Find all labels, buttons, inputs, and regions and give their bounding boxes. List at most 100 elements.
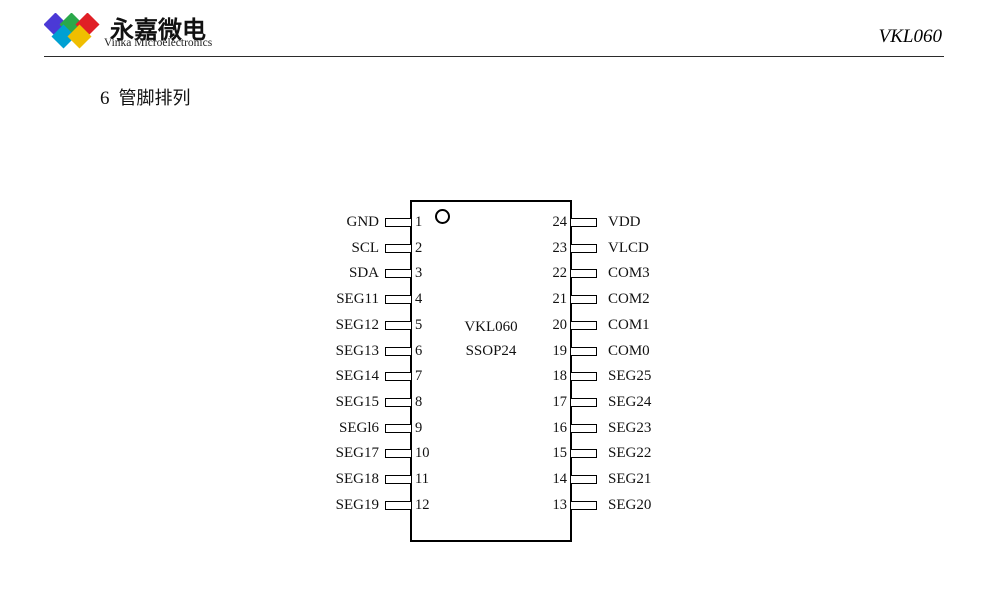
chip-package: SSOP24: [465, 343, 517, 359]
pin-lead: [570, 475, 597, 484]
pin-label: SEG11: [336, 291, 379, 308]
pin-number: 17: [552, 393, 568, 410]
pin-row: SEG24 17: [553, 393, 700, 411]
pin-row: SEG13 6: [300, 342, 423, 360]
pin-lead: [385, 218, 412, 227]
pin-row: SEG18 11: [300, 470, 429, 488]
pin-lead: [570, 320, 597, 330]
section-number: 6: [100, 88, 110, 109]
pin-row: SDA 3: [300, 264, 422, 282]
section-title: 管脚排列: [118, 88, 191, 109]
pin-number: 9: [415, 419, 423, 436]
pin-row: SEG11 4: [300, 290, 422, 308]
pin-row: SEG23 16: [553, 419, 700, 437]
pin-label: SEG17: [335, 445, 379, 462]
pin-label: SCL: [351, 239, 379, 256]
chip-center-label: VKL060 SSOP24: [410, 315, 572, 363]
pin-row: SEGl6 9: [300, 419, 422, 437]
pin-row: SEG15 8: [300, 393, 423, 411]
pin-row: SEG12 5: [300, 316, 423, 334]
pin-number: 23: [552, 239, 568, 256]
pin-label: SEG24: [608, 393, 652, 410]
pin-lead: [385, 423, 412, 433]
pin-number: 10: [415, 445, 430, 462]
pin-label: SEG25: [608, 368, 652, 385]
pin-number: 21: [552, 291, 568, 308]
pin-label: SEG15: [335, 393, 379, 410]
pin-row: VDD 24: [553, 213, 700, 231]
pin-number: 12: [415, 496, 430, 513]
pin-row: SCL 2: [300, 239, 422, 257]
pin-row: VLCD 23: [553, 239, 700, 257]
pin-lead: [570, 269, 597, 279]
pin-row: COM0 19: [553, 342, 700, 360]
company-logo: 永嘉微电 Vinka Microelectronics: [44, 12, 264, 54]
logo-wordmark-english: Vinka Microelectronics: [104, 37, 213, 49]
pin-number: 13: [552, 496, 568, 513]
pin-row: SEG14 7: [300, 367, 423, 385]
pin-label: GND: [346, 214, 380, 230]
pin-label: SEG12: [335, 316, 379, 333]
pin-lead: [385, 500, 412, 510]
pin-lead: [570, 372, 597, 382]
pin-lead: [570, 218, 597, 227]
pin-configuration-diagram: VKL060 SSOP24 GND 1 SCL 2 SDA 3 SEG11 4 SEG12 5 SE…: [300, 190, 700, 542]
pin-lead: [570, 500, 597, 510]
pin-label: COM3: [608, 265, 650, 282]
pin-number: 4: [415, 291, 423, 308]
pin-lead: [385, 475, 412, 484]
pin-number: 14: [552, 471, 568, 487]
pin-row: SEG25 18: [553, 367, 700, 385]
pin-label: SEG23: [608, 419, 652, 436]
pin-lead: [570, 243, 597, 253]
header-divider: [44, 56, 944, 57]
page-header: 永嘉微电 Vinka Microelectronics VKL060: [0, 0, 988, 60]
pin-label: SEG21: [608, 471, 652, 487]
pin-row: SEG20 13: [553, 496, 700, 514]
pin-label: SEG19: [335, 496, 379, 513]
pin-number: 11: [415, 471, 429, 487]
pin-row: SEG17 10: [300, 444, 430, 462]
pin-number: 18: [552, 368, 568, 385]
pin-row: SEG22 15: [553, 444, 700, 462]
pin-lead: [385, 295, 412, 305]
pin-number: 19: [552, 342, 568, 359]
pin-lead: [570, 423, 597, 433]
pin-lead: [385, 372, 412, 382]
pin-number: 20: [552, 316, 568, 333]
pin-label: SEG22: [608, 445, 652, 462]
pin-row: COM3 22: [553, 264, 700, 282]
pin-lead: [385, 269, 412, 279]
pin-number: 2: [415, 239, 423, 256]
pin-number: 8: [415, 393, 423, 410]
pin-label: VDD: [608, 214, 641, 230]
pin-row: COM1 20: [553, 316, 700, 334]
chip-package-outline: [410, 200, 572, 542]
pin-label: COM2: [608, 291, 650, 308]
pin-label: SEG14: [335, 368, 379, 385]
pin-number: 7: [415, 368, 423, 385]
chip-name: VKL060: [464, 319, 518, 335]
pin-lead: [385, 449, 412, 459]
pin-label: SEG13: [335, 342, 379, 359]
pin-lead: [385, 243, 412, 253]
pin-number: 3: [415, 265, 423, 282]
pin-label: COM0: [608, 342, 650, 359]
pin-row: GND 1: [300, 213, 423, 231]
pin-lead: [385, 397, 412, 407]
pin1-dot-icon: [435, 209, 450, 224]
pin-number: 6: [415, 342, 423, 359]
pin-lead: [385, 320, 412, 330]
pin-label: SEGl6: [338, 419, 379, 436]
pin-label: VLCD: [608, 239, 649, 256]
pin-lead: [570, 346, 597, 356]
pin-lead: [385, 346, 412, 356]
pin-row: SEG21 14: [553, 470, 700, 488]
pin-label: SEG20: [608, 496, 652, 513]
pin-row: SEG19 12: [300, 496, 430, 514]
pin-number: 15: [552, 445, 568, 462]
pin-number: 16: [552, 419, 568, 436]
header-part-number: VKL060: [878, 26, 942, 47]
pin-number: 24: [552, 214, 568, 230]
pin-lead: [570, 397, 597, 407]
